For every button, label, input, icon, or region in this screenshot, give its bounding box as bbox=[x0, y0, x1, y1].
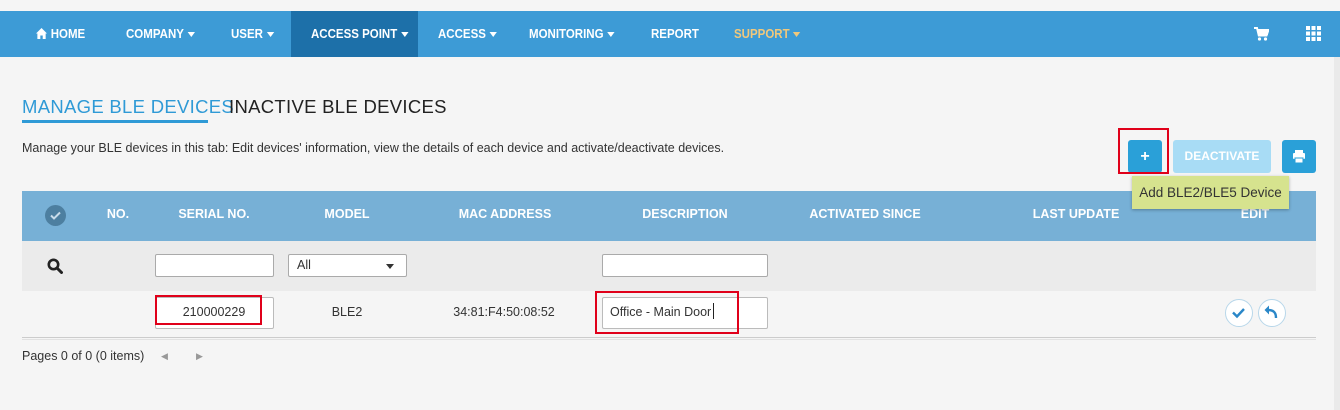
column-header-no[interactable]: NO. bbox=[107, 191, 129, 241]
chevron-down-icon bbox=[386, 264, 394, 269]
mac-address-value: 34:81:F4:50:08:52 bbox=[453, 305, 555, 319]
chevron-down-icon bbox=[489, 32, 497, 38]
nav-report[interactable]: REPORT bbox=[651, 11, 699, 57]
column-header-serial-no[interactable]: SERIAL NO. bbox=[178, 191, 249, 241]
column-header-description[interactable]: DESCRIPTION bbox=[642, 191, 727, 241]
chevron-down-icon bbox=[607, 32, 615, 38]
cancel-row-button[interactable] bbox=[1258, 299, 1286, 327]
cart-icon[interactable] bbox=[1254, 27, 1269, 41]
chevron-down-icon bbox=[793, 32, 801, 38]
apps-grid-icon[interactable] bbox=[1306, 26, 1321, 41]
nav-support-label: SUPPORT bbox=[734, 27, 790, 41]
nav-access-point-label: ACCESS POINT bbox=[311, 27, 398, 41]
add-device-tooltip: Add BLE2/BLE5 Device bbox=[1132, 176, 1289, 209]
nav-access-point[interactable]: ACCESS POINT bbox=[311, 11, 409, 57]
select-all-checkbox[interactable] bbox=[45, 205, 66, 226]
model-filter-value: All bbox=[297, 258, 311, 272]
column-header-model[interactable]: MODEL bbox=[324, 191, 369, 241]
chevron-down-icon bbox=[400, 32, 409, 38]
top-strip bbox=[0, 0, 1340, 11]
chevron-down-icon bbox=[266, 32, 274, 38]
nav-company-label: COMPANY bbox=[126, 27, 184, 41]
nav-home-label: HOME bbox=[50, 27, 86, 41]
nav-support[interactable]: SUPPORT bbox=[734, 11, 801, 57]
save-row-button[interactable] bbox=[1225, 299, 1253, 327]
active-tab-underline bbox=[22, 120, 208, 123]
main-navbar: HOME COMPANY USER ACCESS POINT ACCESS MO… bbox=[0, 11, 1340, 57]
table-header: NO. SERIAL NO. MODEL MAC ADDRESS DESCRIP… bbox=[22, 191, 1316, 241]
search-icon bbox=[47, 258, 63, 274]
deactivate-button[interactable]: DEACTIVATE bbox=[1173, 140, 1271, 173]
nav-company[interactable]: COMPANY bbox=[126, 11, 195, 57]
column-header-last-update[interactable]: LAST UPDATE bbox=[1033, 191, 1120, 241]
nav-access[interactable]: ACCESS bbox=[438, 11, 497, 57]
pager-next-icon[interactable]: ▶ bbox=[196, 351, 203, 362]
serial-value: 210000229 bbox=[182, 305, 246, 319]
undo-icon bbox=[1264, 305, 1278, 319]
divider bbox=[22, 339, 1316, 340]
print-icon bbox=[1293, 150, 1305, 164]
nav-user[interactable]: USER bbox=[231, 11, 274, 57]
divider bbox=[22, 337, 1316, 338]
home-icon bbox=[36, 28, 48, 39]
check-icon bbox=[50, 211, 61, 220]
nav-report-label: REPORT bbox=[651, 27, 699, 41]
model-filter-select[interactable]: All bbox=[288, 254, 407, 277]
column-header-activated-since[interactable]: ACTIVATED SINCE bbox=[809, 191, 920, 241]
model-value: BLE2 bbox=[331, 305, 363, 319]
nav-monitoring[interactable]: MONITORING bbox=[529, 11, 615, 57]
nav-access-label: ACCESS bbox=[438, 27, 486, 41]
nav-monitoring-label: MONITORING bbox=[529, 27, 604, 41]
pager-prev-icon[interactable]: ◀ bbox=[161, 351, 168, 362]
page-scrollbar[interactable] bbox=[1334, 57, 1340, 410]
nav-home[interactable]: HOME bbox=[36, 11, 85, 57]
column-header-mac-address[interactable]: MAC ADDRESS bbox=[459, 191, 552, 241]
print-button[interactable] bbox=[1282, 140, 1316, 173]
highlight-frame bbox=[1118, 128, 1169, 174]
check-icon bbox=[1232, 308, 1245, 319]
tab-manage-ble-devices[interactable]: MANAGE BLE DEVICES bbox=[22, 96, 234, 118]
serial-filter-input[interactable] bbox=[155, 254, 274, 277]
description-filter-input[interactable] bbox=[602, 254, 768, 277]
chevron-down-icon bbox=[187, 32, 195, 38]
pager-info: Pages 0 of 0 (0 items) bbox=[22, 349, 145, 363]
description-value: Office - Main Door bbox=[610, 305, 712, 319]
text-cursor bbox=[713, 303, 714, 319]
page-description: Manage your BLE devices in this tab: Edi… bbox=[22, 141, 725, 155]
nav-user-label: USER bbox=[231, 27, 263, 41]
tab-inactive-ble-devices[interactable]: INACTIVE BLE DEVICES bbox=[229, 96, 447, 118]
